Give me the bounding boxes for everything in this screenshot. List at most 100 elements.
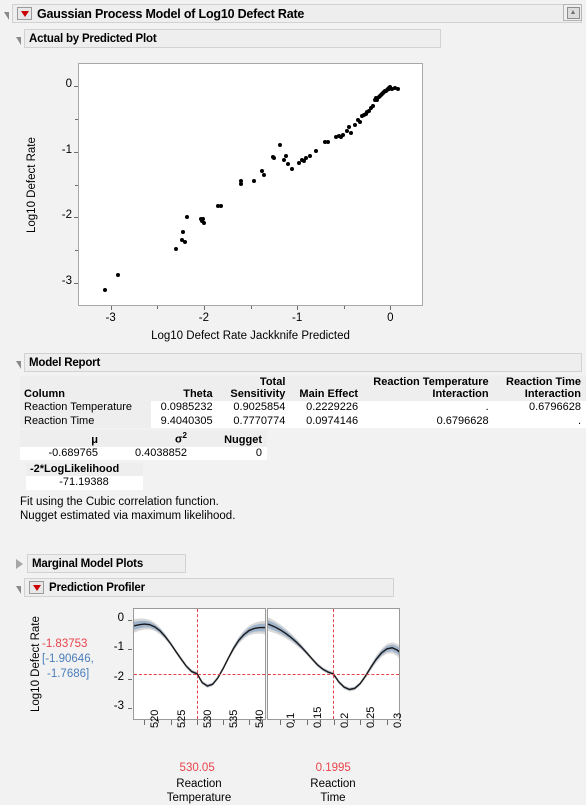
scatter-x-ticklabel: -3 (105, 312, 116, 324)
profiler-horizontal-crosshair[interactable] (268, 673, 399, 675)
disclosure-triangle-actual-by-predicted[interactable] (16, 36, 21, 45)
profiler-current-value-reaction-temperature[interactable]: 530.05 (157, 762, 237, 774)
table-body: Reaction Temperature 0.0985232 0.9025854… (20, 401, 586, 428)
profiler-curve-svg (134, 618, 265, 688)
profiler-vertical-crosshair[interactable] (197, 609, 199, 719)
profiler-x-minor-tickmark (183, 720, 185, 723)
section-header-actual-by-predicted[interactable]: Actual by Predicted Plot (16, 29, 441, 48)
profiler-x-tickmark (306, 720, 308, 725)
profiler-x-tickmark (170, 720, 172, 725)
scatter-point[interactable] (285, 162, 290, 167)
disclosure-triangle-model-report[interactable] (16, 360, 21, 369)
scatter-point[interactable] (313, 149, 318, 153)
profiler-current-value-reaction-time[interactable]: 0.1995 (293, 762, 373, 774)
cell-column: Reaction Temperature (20, 401, 151, 415)
disclosure-triangle-marginal-model-plots[interactable] (16, 558, 23, 569)
table-row[interactable]: Reaction Time 9.4040305 0.7770774 0.0974… (20, 414, 586, 428)
scatter-x-minor-tickmark (343, 306, 345, 309)
profiler-panel-reaction-temperature[interactable] (133, 608, 266, 720)
section-header-marginal-model-plots[interactable]: Marginal Model Plots (16, 554, 186, 573)
profiler-y-ticklabel: -3 (113, 700, 124, 713)
loglik-value-row: -71.19388 (26, 476, 143, 490)
profiler-x-tickmark (333, 720, 335, 725)
profiler-x-ticklabel: 0.2 (338, 712, 351, 728)
scatter-x-ticklabel: -1 (291, 312, 303, 324)
parameters-value-row: -0.689765 0.4038852 0 (20, 446, 267, 461)
section-header-model-report[interactable]: Model Report (16, 353, 582, 372)
profiler-ci-upper: -1.7686] (47, 668, 90, 680)
cell-rt-time-interaction: 0.6796628 (493, 401, 586, 415)
prediction-profiler[interactable]: Log10 Defect Rate -1.83753 [-1.90646, -1… (0, 600, 586, 805)
scatter-point[interactable] (282, 157, 287, 162)
table-row[interactable]: Reaction Temperature 0.0985232 0.9025854… (20, 401, 586, 415)
model-report-table[interactable]: Column Theta Total Sensitivity Main Effec… (20, 376, 586, 428)
profiler-x-tickmark (280, 720, 282, 725)
scatter-y-tickmark (74, 151, 78, 153)
scatter-point[interactable] (395, 86, 400, 91)
scatter-point[interactable] (308, 153, 313, 158)
profiler-x-minor-tickmark (209, 720, 211, 723)
red-triangle-menu-icon[interactable] (17, 7, 32, 20)
scatter-point[interactable] (173, 246, 178, 251)
scatter-y-tickmark (74, 217, 78, 219)
table-header-row: Column Theta Total Sensitivity Main Effec… (20, 376, 586, 401)
scatter-x-ticklabel: -2 (198, 312, 209, 324)
th-reaction-temperature-interaction: Reaction Temperature Interaction (363, 376, 494, 401)
cell-nugget: 0 (192, 446, 267, 461)
profiler-x-minor-tickmark (236, 720, 238, 723)
loglikelihood-table[interactable]: -2*LogLikelihood -71.19388 (26, 463, 143, 490)
cell-main-effect: 0.0974146 (290, 414, 364, 428)
th-theta: Theta (150, 376, 218, 401)
scatter-y-ticklabel: -2 (61, 209, 72, 222)
th-nugget: Nugget (192, 430, 267, 447)
section-title-marginal-model-plots: Marginal Model Plots (32, 557, 144, 570)
th-main-effect: Main Effect (290, 376, 364, 401)
parameters-table[interactable]: μ σ2 Nugget -0.689765 0.4038852 0 (20, 430, 267, 461)
scatter-point[interactable] (201, 220, 206, 225)
cell-total-sensitivity: 0.7770774 (217, 414, 291, 428)
cell-mu: -0.689765 (20, 446, 103, 461)
profiler-y-tickmark (128, 649, 132, 651)
fit-note-nugget: Nugget estimated via maximum likelihood. (20, 509, 236, 522)
red-triangle-menu-icon-profiler[interactable] (29, 581, 44, 594)
scatter-point[interactable] (271, 155, 276, 160)
scatter-point[interactable] (185, 214, 190, 219)
th-reaction-time-interaction: Reaction Time Interaction (493, 376, 586, 401)
th-sigma-squared: σ2 (103, 430, 192, 447)
window-restore-icon[interactable] (563, 4, 582, 21)
profiler-x-tickmark (386, 720, 388, 725)
profiler-x-ticklabel: 530 (201, 709, 214, 728)
scatter-x-axis-label: Log10 Defect Rate Jackknife Predicted (151, 330, 350, 342)
fit-note-correlation: Fit using the Cubic correlation function… (20, 495, 219, 508)
actual-by-predicted-plot[interactable]: Log10 Defect Rate Log10 Defect Rate Jack… (0, 55, 586, 342)
scatter-point[interactable] (218, 203, 223, 208)
cell-theta: 0.0985232 (150, 401, 218, 415)
table-header: Column Theta Total Sensitivity Main Effec… (20, 376, 586, 401)
scatter-y-ticklabel: -1 (61, 143, 72, 156)
th-mu: μ (20, 430, 103, 447)
profiler-panel-reaction-time[interactable] (267, 608, 400, 720)
scatter-y-ticklabel: 0 (65, 77, 72, 90)
profiler-factor-label-reaction-time-line2: Time (320, 792, 346, 804)
profiler-x-ticklabel: 535 (228, 709, 241, 728)
disclosure-triangle-prediction-profiler[interactable] (16, 585, 21, 594)
page-title: Gaussian Process Model of Log10 Defect R… (37, 6, 305, 21)
profiler-horizontal-crosshair[interactable] (134, 673, 265, 675)
section-title-model-report: Model Report (29, 356, 101, 369)
scatter-x-minor-tickmark (157, 306, 159, 309)
section-header-prediction-profiler[interactable]: Prediction Profiler (16, 578, 394, 597)
scatter-point[interactable] (357, 120, 362, 125)
scatter-y-tickmark (74, 85, 78, 87)
scatter-y-ticklabel: -3 (61, 275, 72, 287)
disclosure-triangle-window[interactable] (4, 11, 9, 20)
scatter-plot-frame[interactable] (78, 63, 423, 306)
scatter-point[interactable] (239, 181, 244, 186)
profiler-y-axis-label: Log10 Defect Rate (30, 616, 42, 712)
profiler-factor-label-reaction-time-line1: Reaction (310, 778, 356, 790)
scatter-y-minor-tickmark (75, 118, 78, 120)
scatter-point[interactable] (344, 129, 349, 134)
profiler-prediction-value: -1.83753 (42, 638, 88, 650)
profiler-vertical-crosshair[interactable] (333, 609, 335, 719)
window-title-bar: Gaussian Process Model of Log10 Defect R… (4, 4, 582, 23)
loglik-header-row: -2*LogLikelihood (26, 463, 143, 477)
